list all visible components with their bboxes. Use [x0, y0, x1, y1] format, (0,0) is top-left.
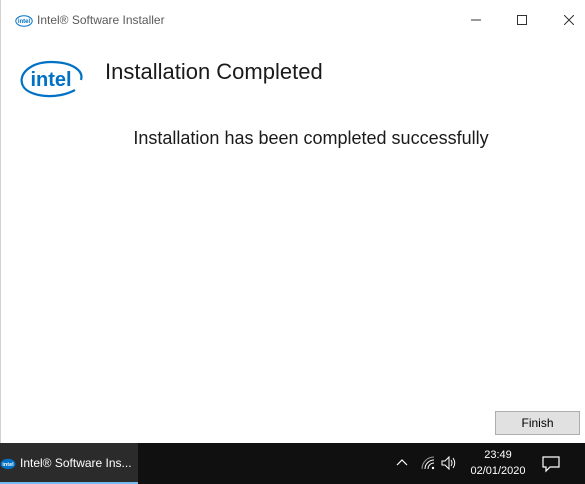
window-title: Intel® Software Installer — [37, 13, 165, 27]
taskbar: intel Intel® Software Ins... 23:49 02/01… — [0, 443, 585, 484]
clock[interactable]: 23:49 02/01/2020 — [462, 447, 534, 479]
chevron-up-icon[interactable] — [395, 455, 409, 474]
close-button[interactable] — [546, 0, 585, 40]
clock-time: 23:49 — [484, 449, 512, 461]
maximize-button[interactable] — [499, 0, 545, 40]
finish-button[interactable]: Finish — [495, 411, 580, 435]
page-title: Installation Completed — [105, 59, 323, 84]
minimize-button[interactable] — [453, 0, 499, 40]
speaker-icon[interactable] — [440, 455, 458, 476]
svg-text:intel: intel — [2, 462, 14, 468]
intel-logo-icon: intel — [0, 457, 16, 470]
notification-icon[interactable] — [541, 455, 561, 478]
close-icon — [564, 15, 574, 25]
svg-text:intel: intel — [30, 69, 71, 91]
title-bar[interactable]: intel Intel® Software Installer — [1, 0, 585, 40]
status-message: Installation has been completed successf… — [133, 128, 489, 148]
minimize-icon — [471, 15, 481, 25]
taskbar-item-label: Intel® Software Ins... — [20, 456, 132, 470]
intel-logo: intel — [17, 56, 85, 100]
intel-logo-icon: intel — [15, 14, 33, 27]
maximize-icon — [517, 15, 527, 25]
svg-text:intel: intel — [18, 19, 31, 25]
taskbar-item-intel-installer[interactable]: intel Intel® Software Ins... — [0, 443, 138, 484]
installer-window: intel Intel® Software Installer intel In… — [0, 0, 585, 443]
wifi-icon[interactable] — [420, 455, 436, 476]
clock-date: 02/01/2020 — [470, 465, 526, 477]
